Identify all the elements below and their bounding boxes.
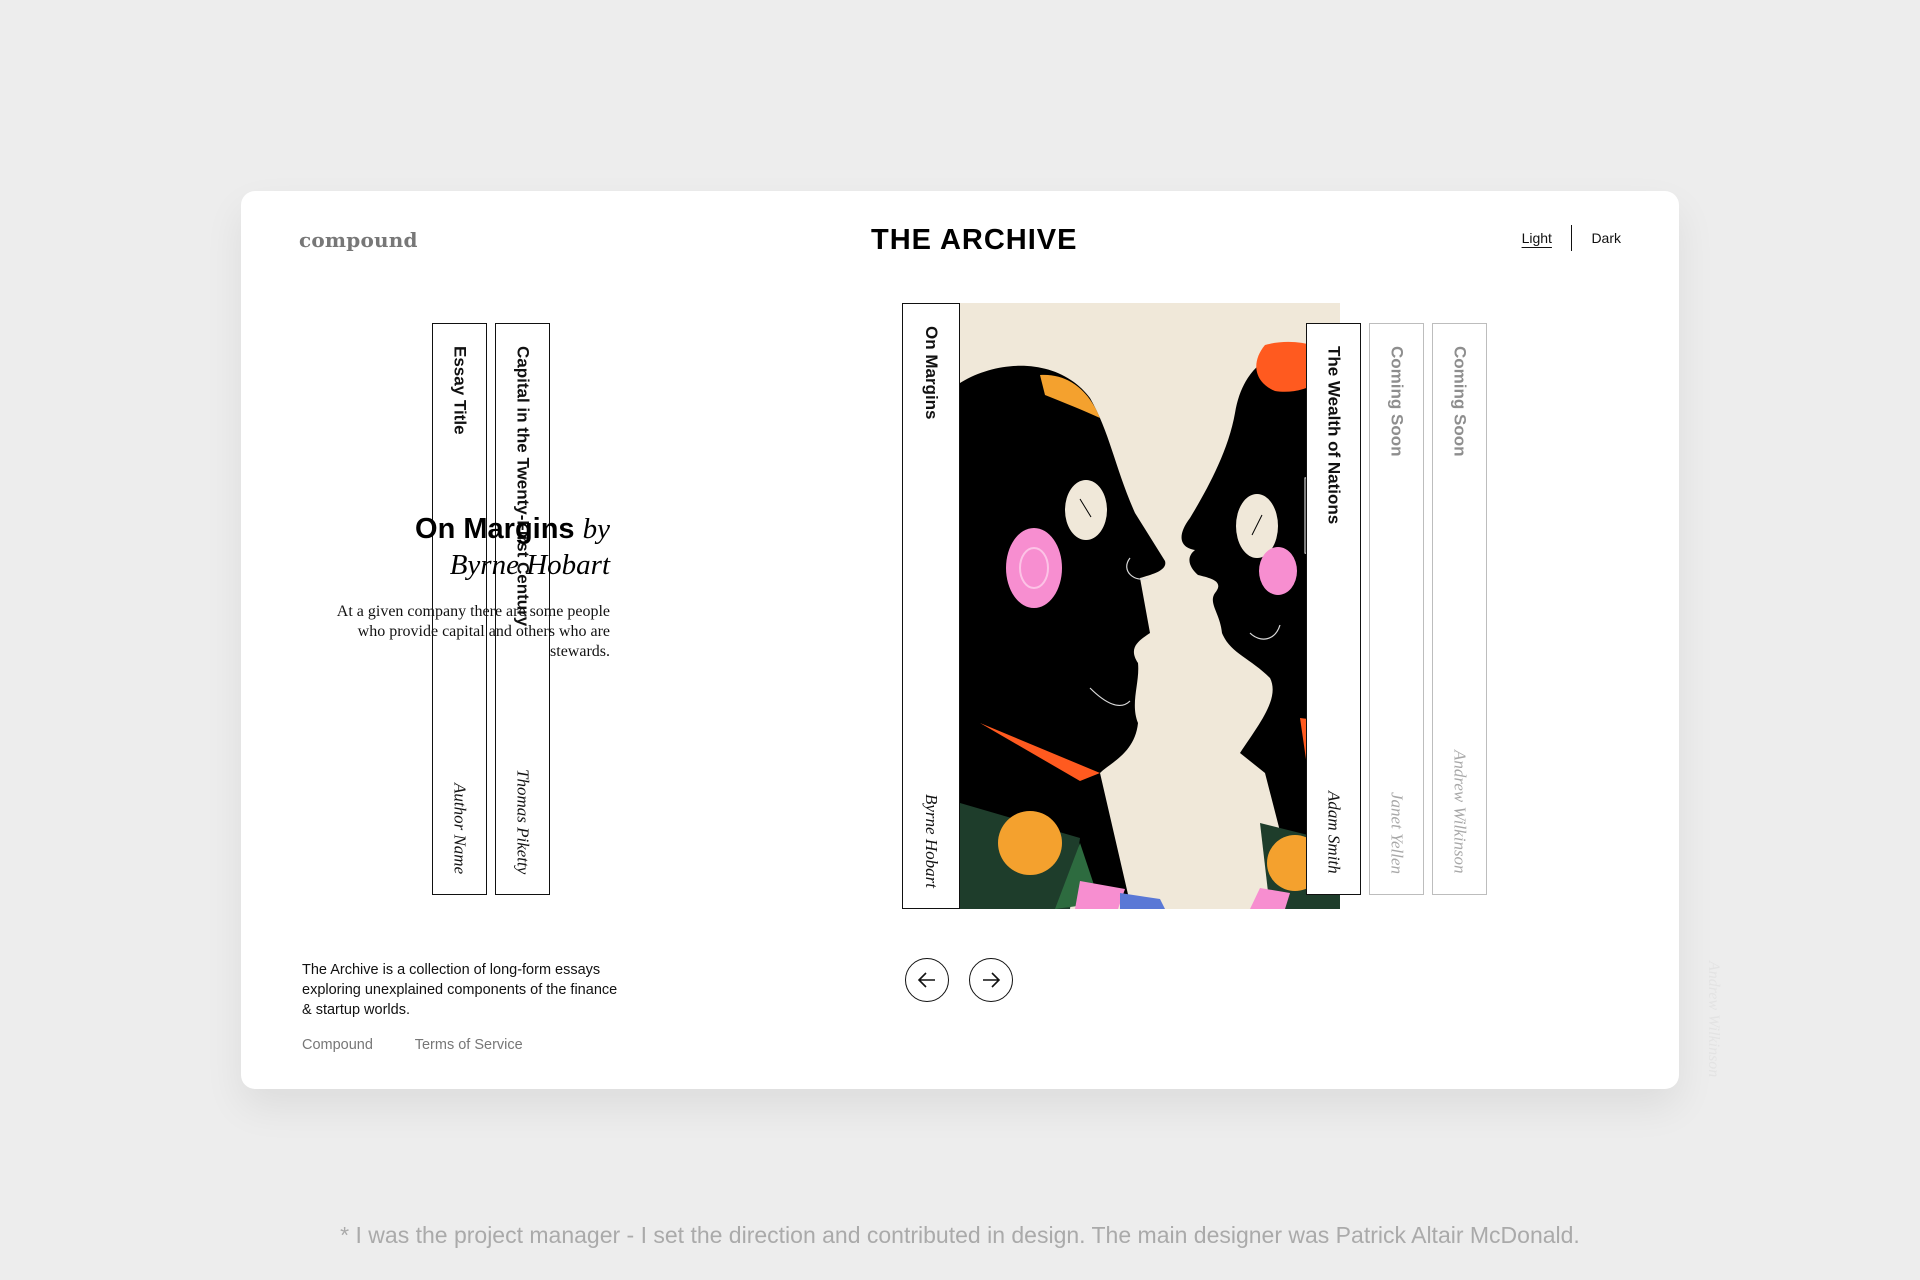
brand-logo[interactable]: compound bbox=[299, 228, 418, 252]
theme-toggle: Light Dark bbox=[1522, 225, 1621, 251]
about-text: The Archive is a collection of long-form… bbox=[302, 962, 618, 1018]
theme-light-option[interactable]: Light bbox=[1522, 230, 1552, 246]
book-spine-wealth-of-nations[interactable]: The Wealth of Nations Adam Smith bbox=[1306, 323, 1361, 895]
featured-description: At a given company there are some people… bbox=[336, 603, 610, 660]
featured-title: On Margins bbox=[415, 513, 575, 545]
page-caption: * I was the project manager - I set the … bbox=[340, 1222, 1580, 1248]
spine-title: The Wealth of Nations bbox=[1324, 346, 1344, 525]
featured-book[interactable]: On Margins Byrne Hobart bbox=[902, 303, 1340, 909]
featured-essay: On Margins by Byrne Hobart At a given co… bbox=[310, 511, 610, 662]
footer-link-terms[interactable]: Terms of Service bbox=[415, 1037, 523, 1053]
footer-link-compound[interactable]: Compound bbox=[302, 1037, 373, 1053]
arrow-left-icon bbox=[917, 972, 935, 988]
spine-author: Thomas Piketty bbox=[513, 768, 533, 874]
spine-author: Janet Yellen bbox=[1387, 792, 1407, 874]
spine-author: Adam Smith bbox=[1324, 791, 1344, 874]
next-button[interactable] bbox=[969, 958, 1013, 1002]
footer-links: Compound Terms of Service bbox=[302, 1037, 561, 1053]
featured-heading: On Margins by Byrne Hobart bbox=[310, 511, 610, 583]
cover-illustration bbox=[960, 303, 1340, 909]
previous-button[interactable] bbox=[905, 958, 949, 1002]
spine-author: Andrew Wilkinson bbox=[1450, 750, 1470, 874]
theme-divider bbox=[1570, 225, 1573, 251]
featured-author: Byrne Hobart bbox=[449, 549, 610, 581]
featured-by: by bbox=[582, 513, 610, 545]
book-spine-coming-soon-wilkinson[interactable]: Coming Soon Andrew Wilkinson bbox=[1432, 323, 1487, 895]
spine-title: Coming Soon bbox=[1387, 346, 1407, 457]
featured-spine: On Margins Byrne Hobart bbox=[902, 303, 960, 909]
site-title: THE ARCHIVE bbox=[871, 224, 1078, 256]
book-spine-coming-soon-yellen[interactable]: Coming Soon Janet Yellen bbox=[1369, 323, 1424, 895]
spine-title: On Margins bbox=[922, 326, 941, 420]
ghost-spine-author: Andrew Wilkinson bbox=[1705, 961, 1722, 1078]
spine-title: Coming Soon bbox=[1450, 346, 1470, 457]
spine-author: Byrne Hobart bbox=[922, 794, 941, 888]
archive-card: compound THE ARCHIVE Light Dark Essay Ti… bbox=[241, 191, 1722, 1089]
spine-author: Author Name bbox=[450, 782, 470, 874]
spine-title: Essay Title bbox=[450, 346, 470, 435]
arrow-right-icon bbox=[983, 972, 1001, 988]
theme-dark-option[interactable]: Dark bbox=[1591, 230, 1621, 246]
